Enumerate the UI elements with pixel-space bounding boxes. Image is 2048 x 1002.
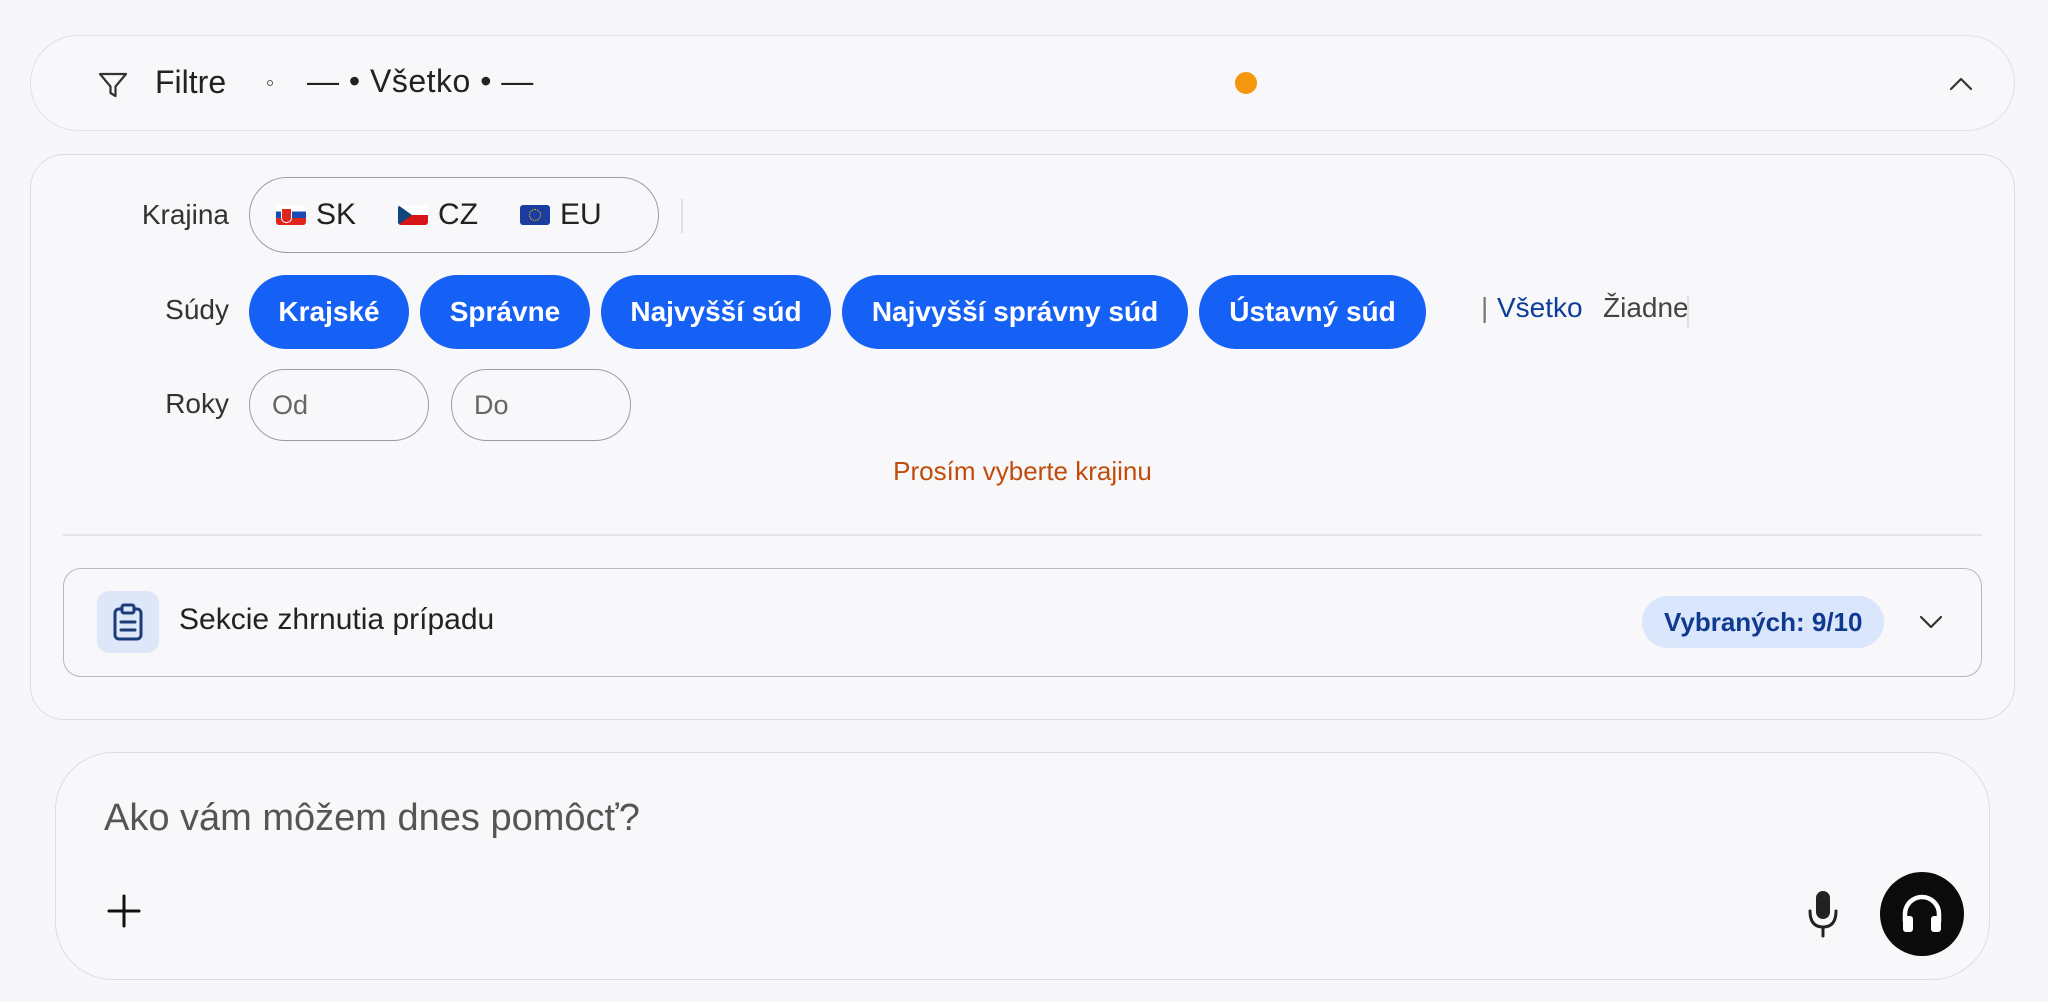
country-warning: Prosím vyberte krajinu (893, 456, 1152, 486)
plus-icon[interactable] (106, 893, 142, 929)
years-label: Roky (165, 388, 229, 419)
year-to-input[interactable] (451, 369, 631, 441)
court-chip-spravne[interactable]: Správne (420, 275, 590, 349)
czech-flag-icon (398, 205, 429, 225)
court-chip-ustavny-sud[interactable]: Ústavný súd (1199, 275, 1426, 349)
chat-input[interactable] (104, 793, 1604, 843)
court-chip-najvyssi-spravny-sud[interactable]: Najvyšší správny súd (842, 275, 1188, 349)
chevron-up-icon[interactable] (1946, 69, 1976, 99)
court-chip-krajske[interactable]: Krajské (249, 275, 409, 349)
filter-summary: — • Všetko • — (307, 63, 534, 99)
country-selector: SK CZ EU (249, 177, 659, 253)
indicator-dot (267, 80, 273, 86)
divider (1687, 295, 1689, 329)
court-chip-najvyssi-sud[interactable]: Najvyšší súd (601, 275, 831, 349)
courts-label: Súdy (165, 294, 229, 325)
country-option-sk[interactable]: SK (276, 198, 356, 232)
country-code: CZ (438, 198, 479, 231)
divider (681, 199, 683, 233)
slovakia-flag-icon (276, 205, 306, 225)
country-label: Krajina (141, 199, 229, 230)
filter-panel: Krajina SK CZ EU Súdy Krajské Správne Na… (30, 154, 2015, 720)
select-all-courts[interactable]: Všetko (1497, 292, 1583, 324)
headphones-icon (1902, 894, 1942, 932)
selected-count-badge: Vybraných: 9/10 (1642, 596, 1885, 648)
clipboard-icon (97, 591, 159, 653)
filter-title: Filtre (155, 64, 227, 100)
eu-flag-icon (520, 205, 551, 225)
divider (63, 534, 1982, 536)
status-dot (1235, 72, 1257, 94)
filter-bar[interactable]: Filtre — • Všetko • — (30, 35, 2015, 131)
summary-sections-dropdown[interactable]: Sekcie zhrnutia prípadu Vybraných: 9/10 (63, 568, 1982, 677)
summary-sections-title: Sekcie zhrnutia prípadu (179, 603, 495, 636)
year-from-input[interactable] (249, 369, 429, 441)
courts-separator: | (1481, 292, 1489, 323)
voice-mode-button[interactable] (1880, 872, 1964, 956)
select-no-courts[interactable]: Žiadne (1603, 292, 1689, 324)
microphone-icon[interactable] (1805, 889, 1841, 939)
country-option-eu[interactable]: EU (520, 198, 602, 232)
country-option-cz[interactable]: CZ (398, 198, 478, 232)
country-code: EU (560, 198, 602, 231)
chevron-down-icon[interactable] (1916, 607, 1946, 637)
country-code: SK (316, 198, 357, 231)
filter-icon (98, 72, 128, 98)
chat-composer (55, 752, 1990, 980)
